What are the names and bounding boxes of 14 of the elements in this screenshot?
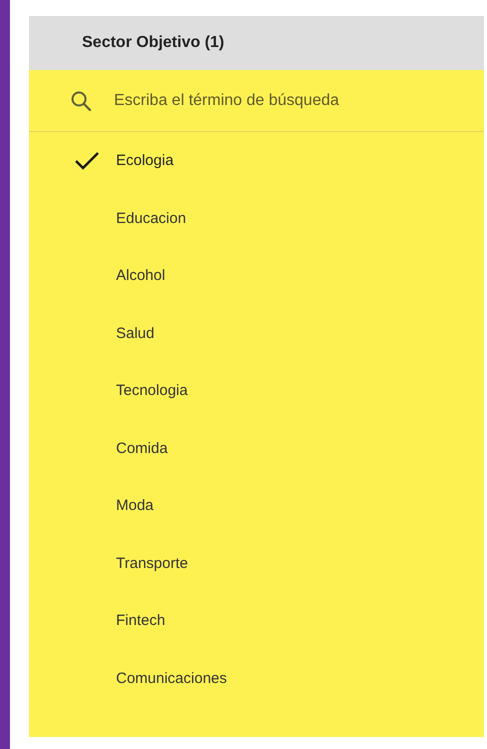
panel-title: Sector Objetivo (1) (82, 34, 224, 52)
option-item[interactable]: Moda (29, 477, 484, 534)
option-item[interactable]: Fintech (29, 592, 484, 650)
option-item[interactable]: Alcohol (29, 247, 484, 304)
search-field[interactable]: Escriba el término de búsqueda (114, 92, 454, 110)
option-item[interactable]: Comunicaciones (29, 650, 484, 707)
option-item[interactable]: Tecnologia (29, 362, 484, 420)
option-item[interactable]: Ecologia (29, 132, 484, 190)
option-item[interactable]: Educacion (29, 190, 484, 247)
search-icon (69, 88, 93, 112)
option-item[interactable]: Salud (29, 304, 484, 362)
option-item[interactable]: Transporte (29, 534, 484, 592)
option-item[interactable]: Comida (29, 420, 484, 477)
check-icon (74, 150, 100, 171)
